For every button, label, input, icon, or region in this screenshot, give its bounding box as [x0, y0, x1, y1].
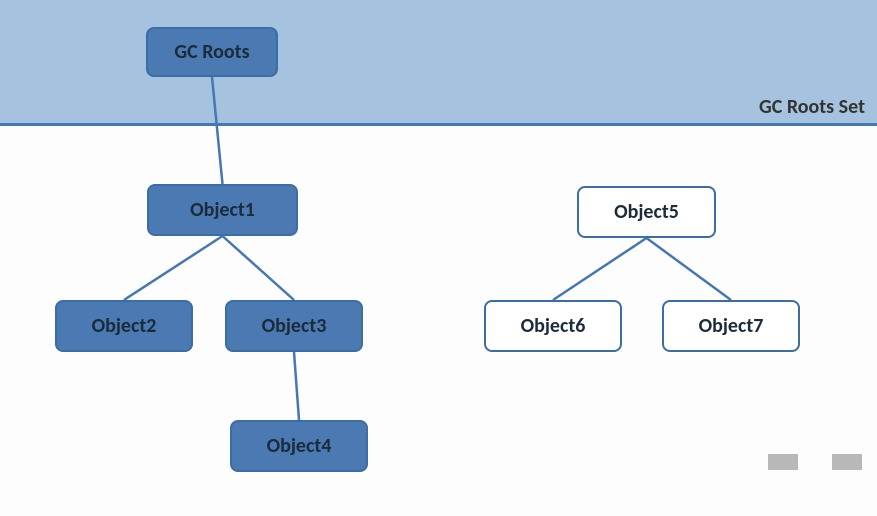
node-object5: Object5 — [577, 186, 716, 238]
node-label: Object4 — [267, 434, 332, 458]
node-label: Object1 — [190, 198, 255, 222]
decor-square — [832, 454, 862, 470]
node-label: Object5 — [614, 200, 679, 224]
node-object6: Object6 — [484, 300, 622, 352]
node-gc-roots: GC Roots — [146, 27, 278, 77]
node-label: Object2 — [92, 314, 157, 338]
node-label: Object6 — [521, 314, 586, 338]
node-object2: Object2 — [55, 300, 193, 352]
gc-roots-set-band: GC Roots Set — [0, 0, 877, 126]
decor-square — [768, 454, 798, 470]
node-label: Object3 — [262, 314, 327, 338]
diagram-canvas: GC Roots Set GC Roots Object1 Object2 Ob… — [0, 0, 877, 516]
node-object3: Object3 — [225, 300, 363, 352]
node-label: GC Roots — [174, 40, 249, 64]
node-object4: Object4 — [230, 420, 368, 472]
node-object1: Object1 — [147, 184, 298, 236]
node-label: Object7 — [699, 314, 764, 338]
gc-roots-set-label: GC Roots Set — [759, 95, 865, 119]
node-object7: Object7 — [662, 300, 800, 352]
